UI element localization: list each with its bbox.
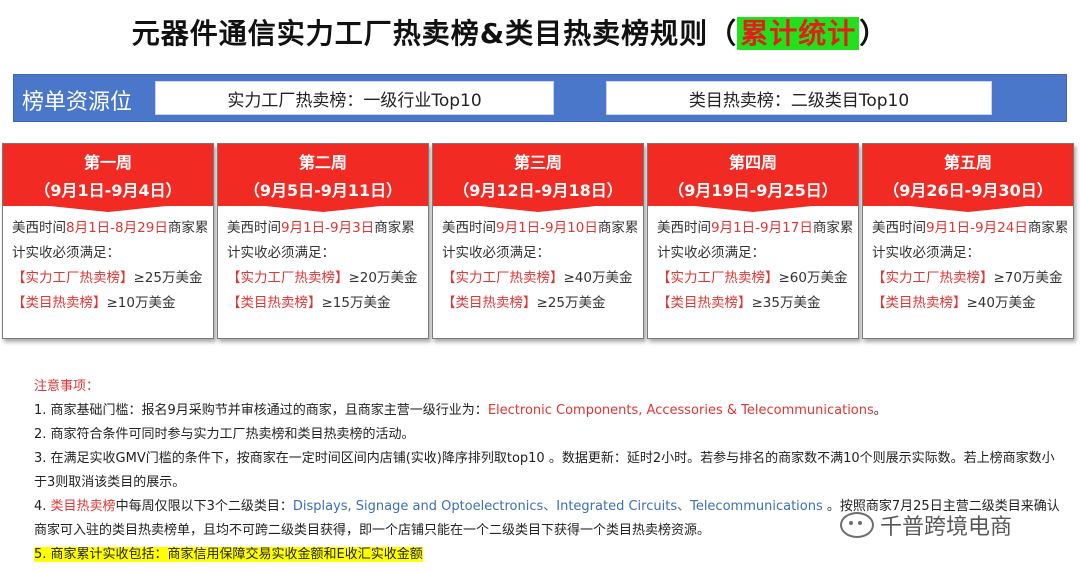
week-range: （9月1日-9月4日） xyxy=(34,181,182,200)
wechat-icon xyxy=(840,512,874,538)
week-header: 第三周 （9月12日-9月18日） xyxy=(433,144,643,206)
week-period-line: 美西时间9月1日-9月24日商家累 xyxy=(872,220,1069,236)
note-3: 3. 在满足实收GMV门槛的条件下，按商家在一定时间区间内店铺(实收)降序排列取… xyxy=(34,451,1055,490)
week-header: 第五周 （9月26日-9月30日） xyxy=(863,144,1073,206)
week-card-2: 第二周 （9月5日-9月11日） 美西时间9月1日-9月3日商家累 计实收必须满… xyxy=(217,143,429,339)
title-close: ） xyxy=(859,17,889,50)
week-period-line: 美西时间9月1日-9月17日商家累 xyxy=(657,220,854,236)
week-card-1: 第一周 （9月1日-9月4日） 美西时间8月1日-8月29日商家累 计实收必须满… xyxy=(2,143,214,339)
week-category-req: 【类目热卖榜】≥35万美金 xyxy=(657,295,821,311)
week-body: 美西时间9月1日-9月10日商家累 计实收必须满足： 【实力工厂热卖榜】≥40万… xyxy=(433,206,643,316)
week-category-req: 【类目热卖榜】≥10万美金 xyxy=(12,295,176,311)
week-line2: 计实收必须满足： xyxy=(872,245,980,261)
week-card-4: 第四周 （9月19日-9月25日） 美西时间9月1日-9月17日商家累 计实收必… xyxy=(647,143,859,339)
week-factory-req: 【实力工厂热卖榜】≥70万美金 xyxy=(872,270,1063,286)
week-category-req: 【类目热卖榜】≥15万美金 xyxy=(227,295,391,311)
week-header: 第一周 （9月1日-9月4日） xyxy=(3,144,213,206)
watermark-text: 千普跨境电商 xyxy=(880,515,1013,540)
week-header: 第二周 （9月5日-9月11日） xyxy=(218,144,428,206)
title-main: 元器件通信实力工厂热卖榜&类目热卖榜规则（ xyxy=(131,17,738,50)
week-card-3: 第三周 （9月12日-9月18日） 美西时间9月1日-9月10日商家累 计实收必… xyxy=(432,143,644,339)
week-period-line: 美西时间9月1日-9月10日商家累 xyxy=(442,220,639,236)
week-range: （9月5日-9月11日） xyxy=(243,181,403,200)
resource-label: 榜单资源位 xyxy=(22,90,133,115)
week-factory-req: 【实力工厂热卖榜】≥25万美金 xyxy=(12,270,203,286)
week-line2: 计实收必须满足： xyxy=(442,245,550,261)
resource-bar: 榜单资源位 实力工厂热卖榜：一级行业Top10 类目热卖榜：二级类目Top10 xyxy=(13,74,1067,122)
week-body: 美西时间8月1日-8月29日商家累 计实收必须满足： 【实力工厂热卖榜】≥25万… xyxy=(3,206,213,316)
week-name: 第三周 xyxy=(513,153,562,172)
week-body: 美西时间9月1日-9月17日商家累 计实收必须满足： 【实力工厂热卖榜】≥60万… xyxy=(648,206,858,316)
week-line2: 计实收必须满足： xyxy=(12,245,120,261)
week-body: 美西时间9月1日-9月24日商家累 计实收必须满足： 【实力工厂热卖榜】≥70万… xyxy=(863,206,1073,316)
resource-box-factory: 实力工厂热卖榜：一级行业Top10 xyxy=(155,81,554,115)
week-body: 美西时间9月1日-9月3日商家累 计实收必须满足： 【实力工厂热卖榜】≥20万美… xyxy=(218,206,428,316)
week-range: （9月12日-9月18日） xyxy=(453,181,623,200)
week-name: 第五周 xyxy=(943,153,992,172)
week-name: 第二周 xyxy=(298,153,347,172)
week-range: （9月26日-9月30日） xyxy=(883,181,1053,200)
week-category-req: 【类目热卖榜】≥25万美金 xyxy=(442,295,606,311)
week-factory-req: 【实力工厂热卖榜】≥20万美金 xyxy=(227,270,418,286)
week-range: （9月19日-9月25日） xyxy=(668,181,838,200)
week-line2: 计实收必须满足： xyxy=(657,245,765,261)
note-5: 5. 商家累计实收包括：商家信用保障交易实收金额和E收汇实收金额 xyxy=(34,547,423,562)
week-factory-req: 【实力工厂热卖榜】≥60万美金 xyxy=(657,270,848,286)
note-1: 1. 商家基础门槛：报名9月采购节并审核通过的商家，且商家主营一级行业为：Ele… xyxy=(34,403,887,418)
note-2: 2. 商家符合条件可同时参与实力工厂热卖榜和类目热卖榜的活动。 xyxy=(34,427,415,442)
week-name: 第一周 xyxy=(83,153,132,172)
week-category-req: 【类目热卖榜】≥40万美金 xyxy=(872,295,1036,311)
page-title: 元器件通信实力工厂热卖榜&类目热卖榜规则（ 累计统计） xyxy=(0,12,1020,52)
week-line2: 计实收必须满足： xyxy=(227,245,335,261)
resource-box-category: 类目热卖榜：二级类目Top10 xyxy=(606,81,992,115)
watermark: 千普跨境电商 xyxy=(840,509,1012,541)
week-name: 第四周 xyxy=(728,153,777,172)
week-period-line: 美西时间9月1日-9月3日商家累 xyxy=(227,220,415,236)
notes-title: 注意事项： xyxy=(34,379,100,394)
week-period-line: 美西时间8月1日-8月29日商家累 xyxy=(12,220,209,236)
week-factory-req: 【实力工厂热卖榜】≥40万美金 xyxy=(442,270,633,286)
week-header: 第四周 （9月19日-9月25日） xyxy=(648,144,858,206)
title-highlight: 累计统计 xyxy=(737,17,860,50)
week-card-5: 第五周 （9月26日-9月30日） 美西时间9月1日-9月24日商家累 计实收必… xyxy=(862,143,1074,339)
